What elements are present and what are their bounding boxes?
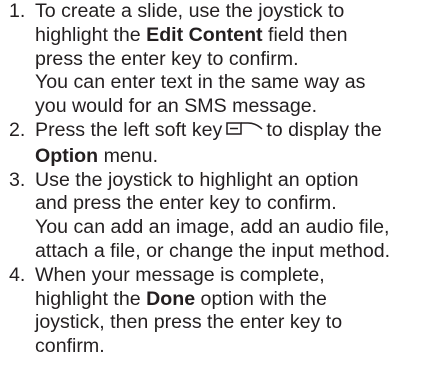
step-line: you would for an SMS message. [35,95,436,119]
step-text: press the enter key to confirm. [35,47,299,70]
step-text: You can enter text in the same way as [35,71,366,94]
step-line: highlight the Done option with the [35,288,436,312]
step-1: 1. To create a slide, use the joystick t… [0,0,436,119]
step-text: to display the [266,118,382,141]
step-4: 4. When your message is complete, highli… [0,264,436,359]
step-text: attach a file, or change the input metho… [35,239,391,262]
step-text: Press the left soft key [35,118,223,141]
step-line: To create a slide, use the joystick to [35,0,436,24]
step-number: 4. [9,263,26,286]
step-text: highlight the [35,23,147,46]
step-text: you would for an SMS message. [35,95,318,118]
step-number: 2. [9,118,26,141]
step-line: You can add an image, add an audio file, [35,216,436,240]
field-name-edit-content: Edit Content [146,23,263,46]
step-text: confirm. [35,335,105,358]
step-text: highlight the [35,287,147,310]
step-number: 1. [9,0,26,22]
step-line: highlight the Edit Content field then [35,24,436,48]
step-3: 3. Use the joystick to highlight an opti… [0,169,436,264]
instruction-steps: 1. To create a slide, use the joystick t… [0,0,436,359]
step-2: 2. Press the left soft key to display th… [0,119,436,169]
step-text: joystick, then press the enter key to [35,311,343,334]
left-soft-key-icon [226,120,264,145]
step-text: To create a slide, use the joystick to [35,0,345,22]
step-text: and press the enter key to confirm. [35,192,337,215]
step-line: attach a file, or change the input metho… [35,240,436,264]
step-line: joystick, then press the enter key to [35,311,436,335]
step-text: When your message is complete, [35,263,325,286]
step-line: Use the joystick to highlight an option [35,169,436,193]
step-line: Press the left soft key to display the [35,119,436,145]
step-text: field then [262,23,348,46]
step-line: confirm. [35,335,436,359]
step-text: option with the [195,287,327,310]
step-text: Use the joystick to highlight an option [35,168,359,191]
step-text: menu. [98,144,159,167]
step-line: Option menu. [35,145,436,169]
option-name-done: Done [146,287,196,310]
step-line: You can enter text in the same way as [35,71,436,95]
step-line: When your message is complete, [35,264,436,288]
step-text: You can add an image, add an audio file, [35,216,390,239]
step-number: 3. [9,168,26,191]
menu-name-option: Option [35,144,99,167]
step-line: press the enter key to confirm. [35,48,436,72]
step-line: and press the enter key to confirm. [35,192,436,216]
